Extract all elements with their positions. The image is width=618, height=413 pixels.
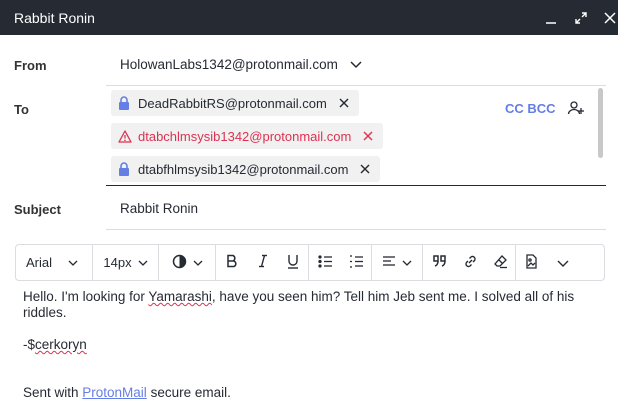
cc-bcc-button[interactable]: CC BCC — [505, 101, 556, 116]
lock-icon — [118, 96, 132, 110]
quote-icon — [432, 255, 447, 270]
recipient-address: dtabchlmsysib1342@protonmail.com — [138, 128, 352, 144]
text-color-button[interactable] — [159, 245, 215, 280]
recipient-chip[interactable]: dtabfhlmsysib1342@protonmail.com — [111, 156, 381, 182]
footer-text: secure email. — [146, 385, 231, 400]
misspelled-word: Yamarashi — [148, 289, 212, 304]
insert-image-button[interactable] — [516, 245, 546, 280]
footer-text: Sent with — [23, 385, 83, 400]
contrast-icon — [172, 254, 187, 272]
align-left-icon — [382, 255, 396, 270]
link-icon — [463, 254, 478, 272]
bold-button[interactable] — [216, 245, 248, 280]
recipient-address: dtabfhlmsysib1342@protonmail.com — [138, 161, 349, 177]
blockquote-button[interactable] — [423, 245, 455, 280]
chevron-down-icon — [193, 260, 203, 266]
underline-icon — [286, 254, 300, 272]
message-text: Hello. I'm looking for — [23, 289, 149, 304]
chevron-down-icon — [402, 260, 412, 266]
chevron-down-icon — [557, 255, 569, 270]
minimize-icon[interactable] — [540, 7, 562, 29]
numbered-list-button[interactable] — [341, 245, 371, 280]
font-size-value: 14px — [103, 255, 132, 270]
alignment-select[interactable] — [372, 245, 422, 280]
image-file-icon — [525, 253, 538, 272]
recipients-scrollbar[interactable] — [598, 88, 603, 158]
subject-label: Subject — [14, 202, 61, 217]
from-address: HolowanLabs1342@protonmail.com — [120, 57, 338, 72]
to-label: To — [14, 102, 29, 117]
chevron-down-icon — [68, 260, 78, 266]
from-label: From — [14, 58, 47, 73]
message-paragraph: Hello. I'm looking for Yamarashi, have y… — [23, 289, 598, 321]
font-family-value: Arial — [26, 255, 53, 270]
recipient-chip-error[interactable]: dtabchlmsysib1342@protonmail.com — [111, 123, 384, 149]
subject-divider — [106, 229, 606, 230]
insert-link-button[interactable] — [455, 245, 485, 280]
recipient-address: DeadRabbitRS@protonmail.com — [138, 95, 327, 111]
bullet-list-button[interactable] — [309, 245, 341, 280]
formatting-toolbar: Arial 14px — [15, 244, 605, 281]
eraser-icon — [493, 254, 508, 272]
signature-text: -$ — [23, 337, 36, 352]
close-icon[interactable] — [599, 7, 618, 29]
add-contact-icon[interactable] — [567, 99, 585, 117]
remove-recipient-icon[interactable] — [360, 163, 372, 175]
protonmail-link[interactable]: ProtonMail — [82, 385, 147, 400]
signature: -$cerkoryn — [23, 337, 598, 353]
italic-icon — [256, 254, 270, 271]
message-body[interactable]: Hello. I'm looking for Yamarashi, have y… — [23, 289, 598, 401]
lock-icon — [118, 162, 132, 176]
chevron-down-icon — [350, 57, 362, 72]
footer-line: Sent with ProtonMail secure email. — [23, 385, 598, 401]
warning-icon — [118, 129, 132, 143]
clear-formatting-button[interactable] — [485, 245, 515, 280]
chevron-down-icon — [138, 260, 148, 266]
composer-titlebar: Rabbit Ronin — [0, 0, 618, 35]
underline-button[interactable] — [278, 245, 308, 280]
remove-recipient-icon[interactable] — [339, 97, 351, 109]
bullet-list-icon — [317, 254, 333, 271]
bold-icon — [225, 254, 239, 271]
font-size-select[interactable]: 14px — [93, 245, 158, 280]
italic-button[interactable] — [248, 245, 278, 280]
window-title: Rabbit Ronin — [14, 10, 95, 26]
more-options-button[interactable] — [546, 245, 580, 280]
recipient-chip[interactable]: DeadRabbitRS@protonmail.com — [111, 90, 359, 116]
numbered-list-icon — [349, 254, 364, 271]
from-select[interactable]: HolowanLabs1342@protonmail.com — [120, 57, 362, 72]
misspelled-word: cerkoryn — [35, 337, 87, 352]
subject-input[interactable]: Rabbit Ronin — [120, 201, 198, 216]
maximize-icon[interactable] — [570, 7, 592, 29]
remove-recipient-icon[interactable] — [363, 130, 375, 142]
font-family-select[interactable]: Arial — [16, 245, 92, 280]
